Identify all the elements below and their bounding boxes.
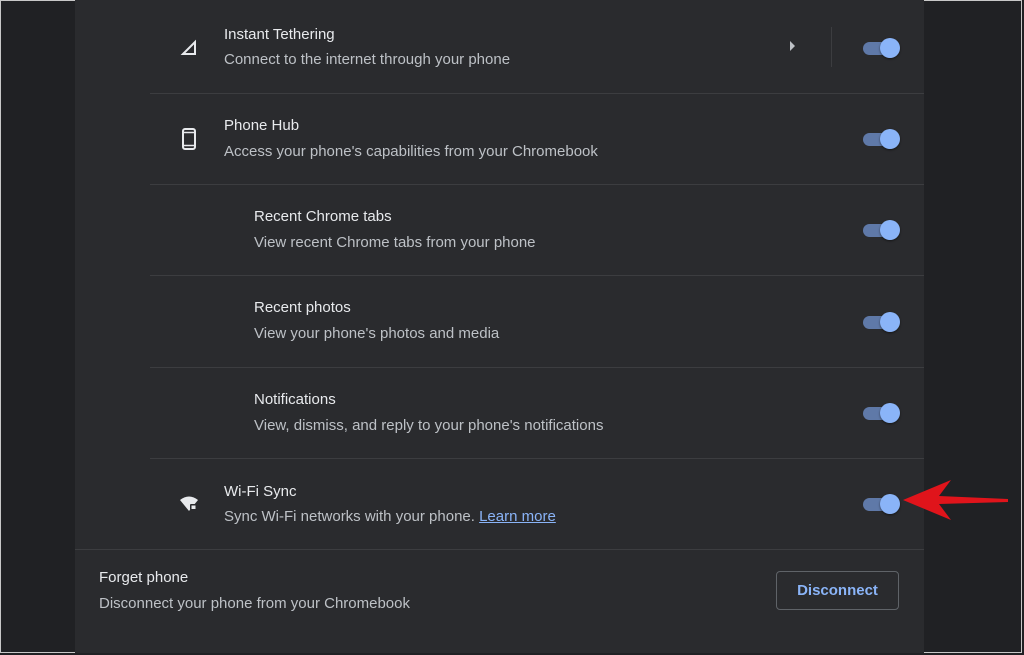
- setting-title: Recent Chrome tabs: [254, 208, 392, 225]
- toggle-notifications[interactable]: [861, 403, 901, 423]
- setting-subtitle: View your phone's photos and media: [254, 325, 500, 342]
- setting-title: Wi-Fi Sync: [224, 483, 297, 500]
- divider: [150, 93, 924, 94]
- disconnect-button[interactable]: Disconnect: [776, 571, 899, 610]
- wifi-lock-icon: [177, 492, 201, 516]
- setting-title: Phone Hub: [224, 117, 300, 134]
- setting-title: Instant Tethering: [224, 26, 335, 43]
- settings-panel: [75, 0, 924, 653]
- smartphone-icon: [177, 127, 201, 151]
- forget-phone-title: Forget phone: [99, 569, 189, 586]
- setting-subtitle: View, dismiss, and reply to your phone's…: [254, 417, 604, 434]
- chevron-right-icon[interactable]: [790, 41, 795, 51]
- forget-phone-subtitle: Disconnect your phone from your Chromebo…: [99, 595, 410, 612]
- toggle-instant-tethering[interactable]: [861, 38, 901, 58]
- divider: [150, 367, 924, 368]
- setting-subtitle: Connect to the internet through your pho…: [224, 51, 511, 68]
- divider: [75, 549, 924, 550]
- setting-title: Recent photos: [254, 299, 351, 316]
- toggle-recent-chrome-tabs[interactable]: [861, 220, 901, 240]
- toggle-phone-hub[interactable]: [861, 129, 901, 149]
- vertical-separator: [831, 27, 832, 67]
- signal-icon: [177, 36, 201, 60]
- divider: [150, 458, 924, 459]
- learn-more-link[interactable]: Learn more: [479, 508, 556, 525]
- setting-subtitle-text: Sync Wi-Fi networks with your phone.: [224, 508, 475, 525]
- divider: [150, 275, 924, 276]
- toggle-recent-photos[interactable]: [861, 312, 901, 332]
- setting-subtitle: Access your phone's capabilities from yo…: [224, 143, 598, 160]
- setting-subtitle: View recent Chrome tabs from your phone: [254, 234, 536, 251]
- divider: [150, 184, 924, 185]
- red-arrow-icon: [895, 478, 1011, 527]
- setting-title: Notifications: [254, 391, 336, 408]
- setting-subtitle: Sync Wi-Fi networks with your phone. Lea…: [224, 508, 556, 525]
